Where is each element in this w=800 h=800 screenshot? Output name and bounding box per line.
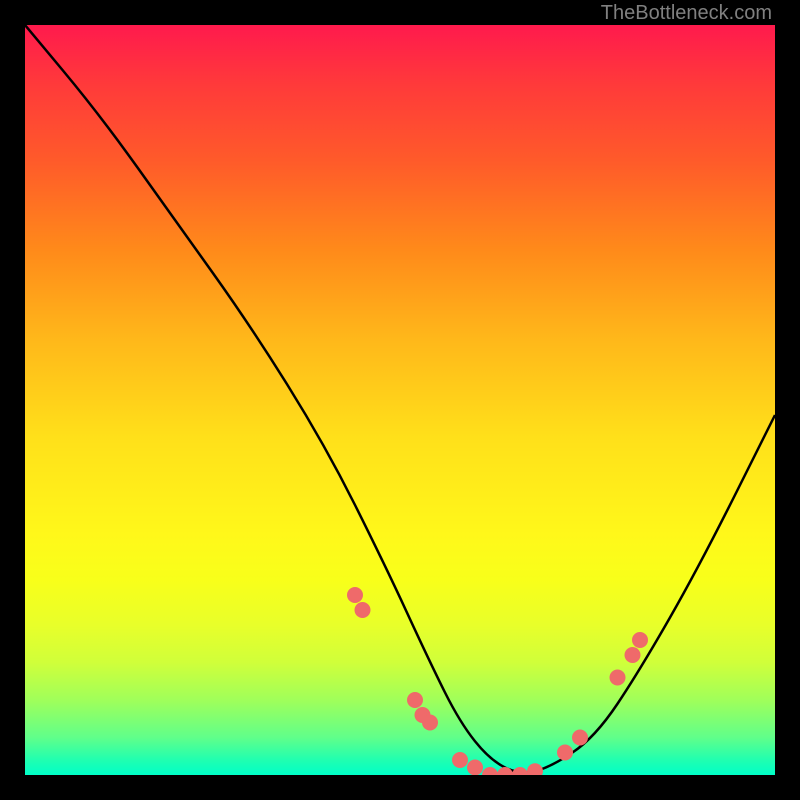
data-point-marker: [512, 767, 528, 775]
data-point-marker: [632, 632, 648, 648]
data-point-marker: [497, 767, 513, 775]
data-point-marker: [407, 692, 423, 708]
data-point-marker: [527, 763, 543, 775]
data-markers: [347, 587, 648, 775]
data-point-marker: [347, 587, 363, 603]
data-point-marker: [482, 767, 498, 775]
data-point-marker: [625, 647, 641, 663]
watermark-text: TheBottleneck.com: [601, 2, 772, 25]
data-point-marker: [572, 730, 588, 746]
bottleneck-curve: [25, 25, 775, 773]
plot-area: [25, 25, 775, 775]
data-point-marker: [355, 602, 371, 618]
data-point-marker: [467, 760, 483, 776]
chart-container: TheBottleneck.com: [0, 0, 800, 800]
data-point-marker: [557, 745, 573, 761]
data-point-marker: [452, 752, 468, 768]
data-point-marker: [422, 715, 438, 731]
data-point-marker: [610, 670, 626, 686]
curve-layer: [25, 25, 775, 775]
